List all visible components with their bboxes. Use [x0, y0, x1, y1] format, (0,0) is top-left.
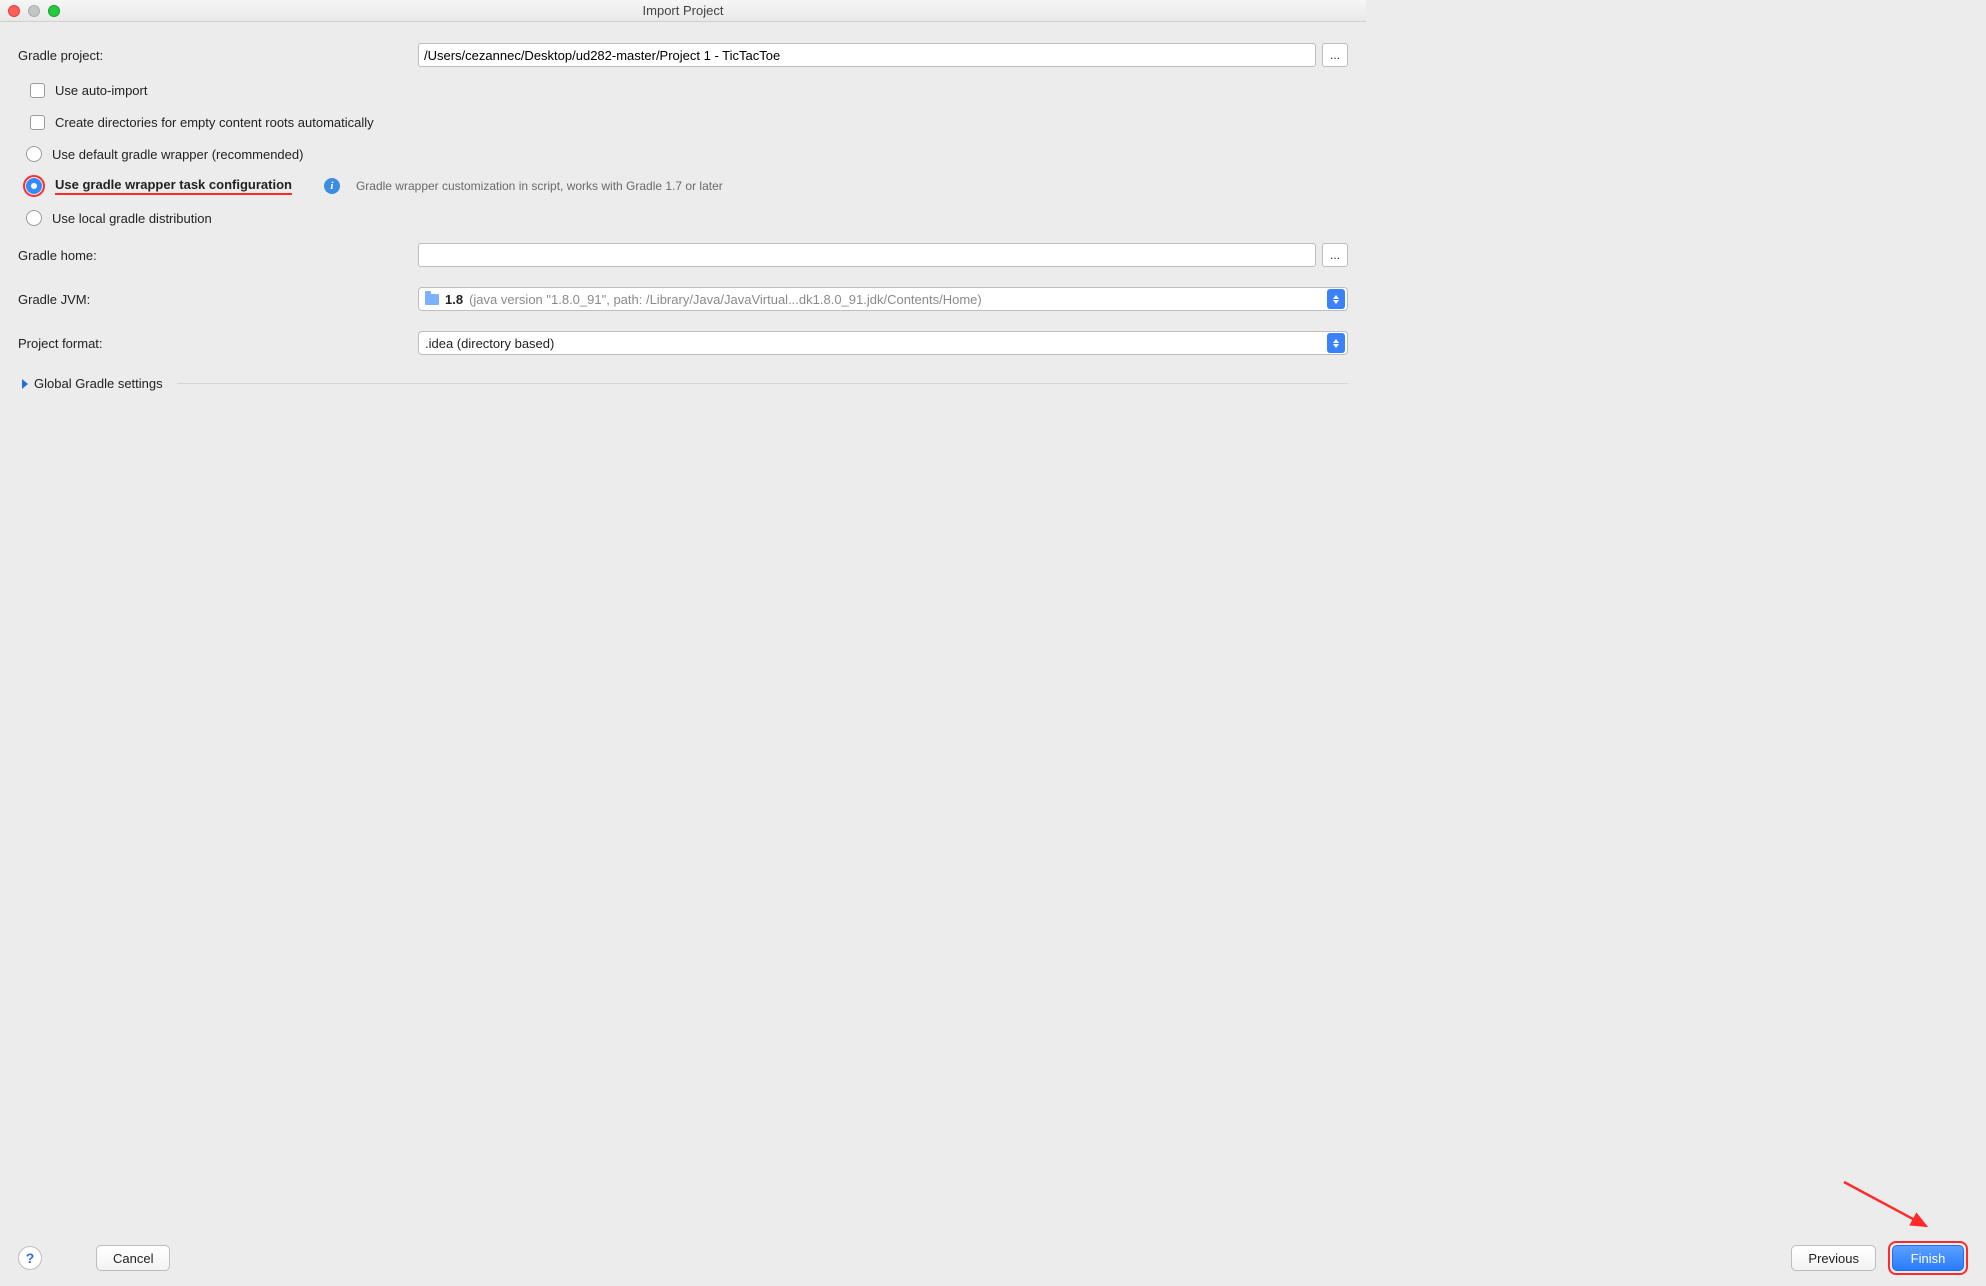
titlebar: Import Project: [0, 0, 1366, 22]
dialog-footer: ? Cancel Previous Finish: [0, 1230, 1986, 1286]
radio-default-wrapper-label: Use default gradle wrapper (recommended): [52, 147, 303, 162]
radio-local-dist-label: Use local gradle distribution: [52, 211, 212, 226]
chevron-right-icon: [22, 379, 28, 389]
window-title: Import Project: [0, 3, 1366, 18]
gradle-project-label: Gradle project:: [18, 48, 418, 63]
create-dirs-checkbox[interactable]: [30, 115, 45, 130]
project-format-value: .idea (directory based): [425, 336, 554, 351]
cancel-button[interactable]: Cancel: [96, 1245, 170, 1271]
divider: [177, 383, 1348, 384]
project-format-label: Project format:: [18, 336, 418, 351]
auto-import-checkbox[interactable]: [30, 83, 45, 98]
annotation-finish-highlight: Finish: [1888, 1241, 1968, 1275]
radio-wrapper-task[interactable]: [26, 178, 42, 194]
radio-local-dist[interactable]: [26, 210, 42, 226]
gradle-jvm-label: Gradle JVM:: [18, 292, 418, 307]
global-gradle-settings-toggle[interactable]: Global Gradle settings: [18, 376, 1348, 391]
jvm-details: (java version "1.8.0_91", path: /Library…: [469, 292, 982, 307]
gradle-home-label: Gradle home:: [18, 248, 418, 263]
finish-button[interactable]: Finish: [1892, 1245, 1964, 1271]
help-button[interactable]: ?: [18, 1246, 42, 1270]
annotation-circle: [23, 175, 45, 197]
dialog-content: Gradle project: ... Use auto-import Crea…: [0, 22, 1366, 391]
radio-wrapper-task-label: Use gradle wrapper task configuration: [55, 177, 292, 195]
wrapper-task-hint: Gradle wrapper customization in script, …: [356, 179, 723, 193]
auto-import-label: Use auto-import: [55, 83, 147, 98]
global-gradle-settings-label: Global Gradle settings: [34, 376, 163, 391]
create-dirs-label: Create directories for empty content roo…: [55, 115, 374, 130]
folder-icon: [425, 294, 439, 305]
info-icon: i: [324, 178, 340, 194]
project-format-select[interactable]: .idea (directory based): [418, 331, 1348, 355]
jvm-version: 1.8: [445, 292, 463, 307]
gradle-project-input[interactable]: [418, 43, 1316, 67]
dropdown-arrows-icon: [1327, 333, 1345, 353]
browse-gradle-project-button[interactable]: ...: [1322, 43, 1348, 67]
browse-gradle-home-button[interactable]: ...: [1322, 243, 1348, 267]
gradle-home-input[interactable]: [418, 243, 1316, 267]
radio-default-wrapper[interactable]: [26, 146, 42, 162]
previous-button[interactable]: Previous: [1791, 1245, 1876, 1271]
dropdown-arrows-icon: [1327, 289, 1345, 309]
gradle-jvm-select[interactable]: 1.8 (java version "1.8.0_91", path: /Lib…: [418, 287, 1348, 311]
